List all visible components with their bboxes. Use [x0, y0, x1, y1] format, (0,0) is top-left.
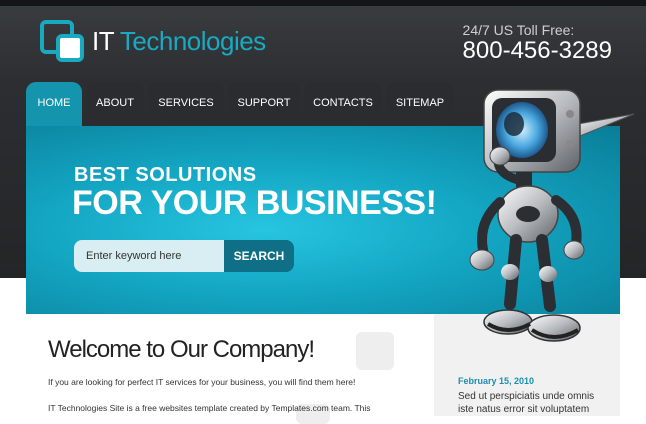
site-logo[interactable]: IT Technologies [40, 20, 266, 62]
robot-illustration [469, 89, 635, 342]
nav-item-about[interactable]: ABOUT [86, 82, 144, 128]
logo-text-it: IT [92, 25, 114, 56]
nav-item-home[interactable]: HOME [26, 82, 82, 128]
logo-text: IT Technologies [92, 26, 266, 57]
search-button[interactable]: SEARCH [224, 240, 294, 272]
top-strip [0, 0, 646, 6]
nav-item-support[interactable]: SUPPORT [228, 82, 300, 128]
nav-item-services[interactable]: SERVICES [148, 82, 224, 128]
decorative-tile [356, 332, 394, 370]
nav-item-sitemap[interactable]: SITEMAP [386, 82, 454, 128]
search-input[interactable] [74, 240, 224, 272]
page-title: Welcome to Our Company! [48, 336, 315, 363]
logo-text-technologies: Technologies [119, 25, 266, 56]
content-paragraph: IT Technologies Site is a free websites … [48, 403, 371, 413]
phone-block: 24/7 US Toll Free: 800-456-3289 [463, 22, 612, 64]
nav-item-contacts[interactable]: CONTACTS [304, 82, 382, 128]
search-form: SEARCH [74, 240, 294, 272]
logo-mark-icon [40, 20, 84, 62]
news-date[interactable]: February 15, 2010 [458, 376, 534, 386]
phone-number: 800-456-3289 [462, 37, 612, 64]
news-text: Sed ut perspiciatis unde omnis iste natu… [458, 391, 595, 415]
phone-label: 24/7 US Toll Free: [462, 22, 575, 38]
hero-headline-large: FOR YOUR BUSINESS! [72, 184, 437, 222]
content-paragraph: If you are looking for perfect IT servic… [48, 377, 356, 387]
main-nav: HOME ABOUT SERVICES SUPPORT CONTACTS SIT… [26, 82, 458, 128]
